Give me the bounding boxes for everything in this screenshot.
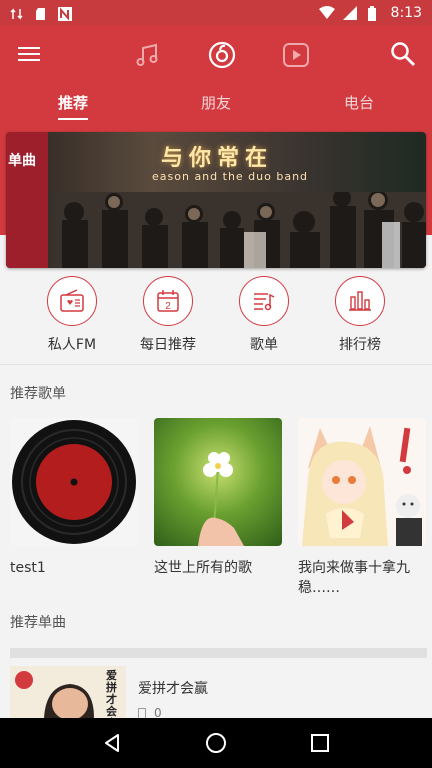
netease-music-icon[interactable] <box>206 39 238 71</box>
daily-recommend-button[interactable]: 2 每日推荐 <box>120 268 216 366</box>
status-bar: 8:13 <box>0 0 432 25</box>
playlist-button[interactable]: 歌单 <box>216 268 312 366</box>
vinyl-cover <box>10 418 138 546</box>
banner-photo <box>54 192 426 268</box>
battery-icon <box>367 5 381 21</box>
data-transfer-icon <box>10 6 24 20</box>
playlist-grid: test1 这世上所有的歌 我向来做事十拿九稳…… <box>10 418 428 598</box>
banner-title: 与你常在 <box>161 146 274 171</box>
app-bar <box>0 25 432 85</box>
chart-icon <box>335 276 385 326</box>
tab-radio[interactable]: 电台 <box>344 85 374 125</box>
home-icon[interactable] <box>202 729 230 757</box>
sd-card-icon <box>34 6 48 20</box>
anime-cover <box>298 418 426 546</box>
status-time: 8:13 <box>390 4 422 21</box>
video-icon[interactable] <box>280 39 312 71</box>
charts-label: 排行榜 <box>339 337 381 353</box>
calendar-day: 2 <box>165 301 171 312</box>
section-separator <box>10 648 427 658</box>
playlist-title: 我向来做事十拿九稳…… <box>298 560 410 596</box>
back-icon[interactable] <box>98 729 126 757</box>
playlist-card[interactable]: 我向来做事十拿九稳…… <box>298 418 426 598</box>
song-cover[interactable]: 爱拼才会赢 <box>10 666 126 718</box>
playlist-icon <box>239 276 289 326</box>
private-fm-label: 私人FM <box>47 337 97 353</box>
recommended-songs-title: 推荐单曲 <box>10 615 66 631</box>
private-fm-button[interactable]: 私人FM <box>24 268 120 366</box>
search-icon[interactable] <box>390 41 416 67</box>
radio-icon <box>47 276 97 326</box>
playlist-title: test1 <box>10 560 46 576</box>
music-icon[interactable] <box>132 39 164 71</box>
quick-actions: 私人FM 2 每日推荐 歌单 排行榜 <box>0 268 432 366</box>
song-title[interactable]: 爱拼才会赢 <box>138 678 208 698</box>
calendar-icon: 2 <box>143 276 193 326</box>
playlist-card[interactable]: 这世上所有的歌 <box>154 418 282 598</box>
signal-icon <box>342 5 357 20</box>
tab-friends[interactable]: 朋友 <box>201 85 231 125</box>
banner-tag: 单曲 <box>6 132 48 268</box>
navigation-bar <box>0 718 432 768</box>
flower-cover <box>154 418 282 546</box>
wifi-icon <box>318 5 335 20</box>
playlist-card[interactable]: test1 <box>10 418 138 598</box>
recommended-playlists-title: 推荐歌单 <box>10 386 66 402</box>
divider <box>0 364 432 365</box>
recents-icon[interactable] <box>306 729 334 757</box>
banner-subtitle: eason and the duo band <box>152 170 309 183</box>
n-app-icon <box>58 6 72 21</box>
banner[interactable]: 单曲 与你常在 eason and the duo band <box>6 132 426 268</box>
menu-icon[interactable] <box>18 43 40 65</box>
tab-recommend[interactable]: 推荐 <box>58 85 89 125</box>
tab-bar: 推荐 朋友 电台 <box>0 85 432 125</box>
daily-recommend-label: 每日推荐 <box>140 337 196 353</box>
playlist-title: 这世上所有的歌 <box>154 560 252 576</box>
playlist-label: 歌单 <box>250 337 278 353</box>
charts-button[interactable]: 排行榜 <box>312 268 408 366</box>
song-cover-text: 爱拼才会赢 <box>106 669 117 719</box>
